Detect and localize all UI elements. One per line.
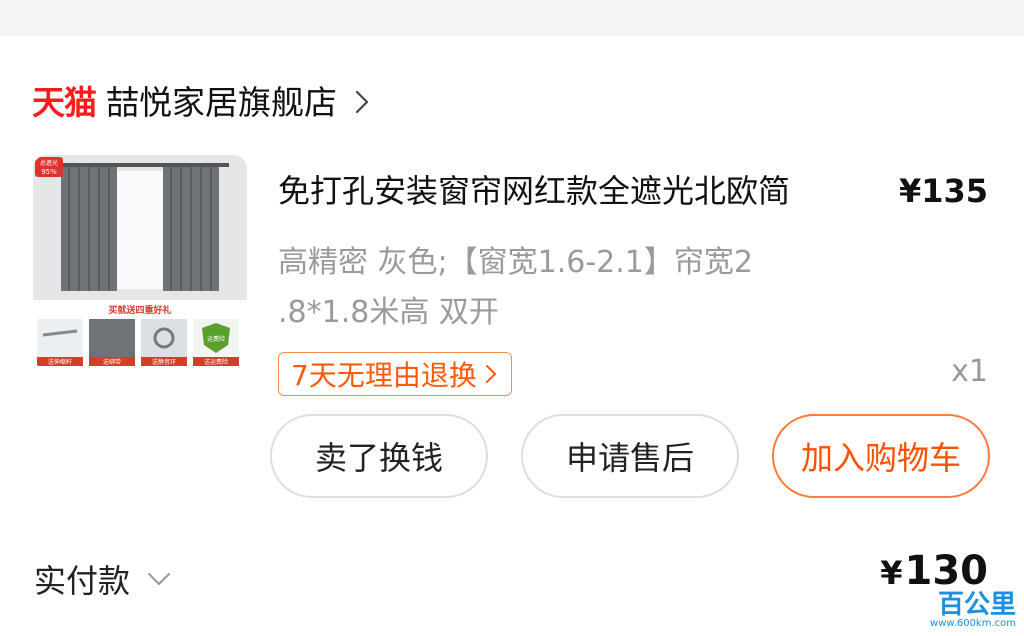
currency-symbol: ¥ (880, 554, 903, 592)
tmall-logo: 天猫 (32, 82, 97, 122)
top-separator (0, 0, 1024, 36)
thumb-gift-label: 送伸缩杆 (48, 358, 72, 366)
return-policy-badge[interactable]: 7天无理由退换 (278, 352, 512, 396)
watermark-main: 百公里 (937, 590, 1016, 620)
chevron-right-icon (485, 365, 496, 383)
thumb-shield-text: 运费险 (207, 335, 225, 343)
quantity: x1 (951, 354, 988, 389)
watermark-logo: 百公里 www.600km.com (930, 592, 1016, 630)
thumb-gift-label: 送绑带 (103, 358, 121, 366)
thumb-gift-label: 送静音环 (152, 358, 176, 366)
sell-button[interactable]: 卖了换钱 (270, 414, 488, 498)
chevron-right-icon (355, 90, 369, 114)
thumb-gift-label: 送运费险 (204, 358, 228, 366)
product-thumbnail[interactable]: 总遮光 95% 买就送四重好礼 运费险 送伸缩杆 送绑带 送静音环 送运费险 (33, 155, 247, 369)
payment-label: 实付款 (34, 562, 131, 600)
product-spec: 高精密 灰色;【窗宽1.6-2.1】帘宽2 .8*1.8米高 双开 (278, 238, 838, 338)
product-price: ¥135 (898, 172, 988, 210)
add-to-cart-button[interactable]: 加入购物车 (772, 414, 990, 498)
product-title[interactable]: 免打孔安装窗帘网红款全遮光北欧简 (278, 172, 790, 210)
paid-amount: ¥130 (880, 548, 988, 594)
spec-line: .8*1.8米高 双开 (278, 295, 499, 330)
chevron-down-icon (148, 573, 171, 585)
paid-amount-value: 130 (904, 548, 989, 594)
shop-name[interactable]: 喆悦家居旗舰店 (106, 86, 337, 119)
spec-line: 高精密 灰色;【窗宽1.6-2.1】帘宽2 (278, 245, 753, 280)
return-policy-label: 7天无理由退换 (291, 359, 477, 392)
watermark-sub: www.600km.com (930, 618, 1016, 629)
after-sale-button[interactable]: 申请售后 (521, 414, 739, 498)
thumb-badge-line2: 95% (41, 168, 57, 176)
thumb-badge-line1: 总遮光 (40, 159, 58, 167)
thumb-promo-text: 买就送四重好礼 (108, 304, 171, 316)
curtain-image: 总遮光 95% 买就送四重好礼 运费险 送伸缩杆 送绑带 送静音环 送运费险 (33, 155, 247, 369)
shop-header[interactable]: 天猫 喆悦家居旗舰店 (32, 80, 375, 124)
payment-toggle[interactable]: 实付款 (34, 556, 172, 602)
